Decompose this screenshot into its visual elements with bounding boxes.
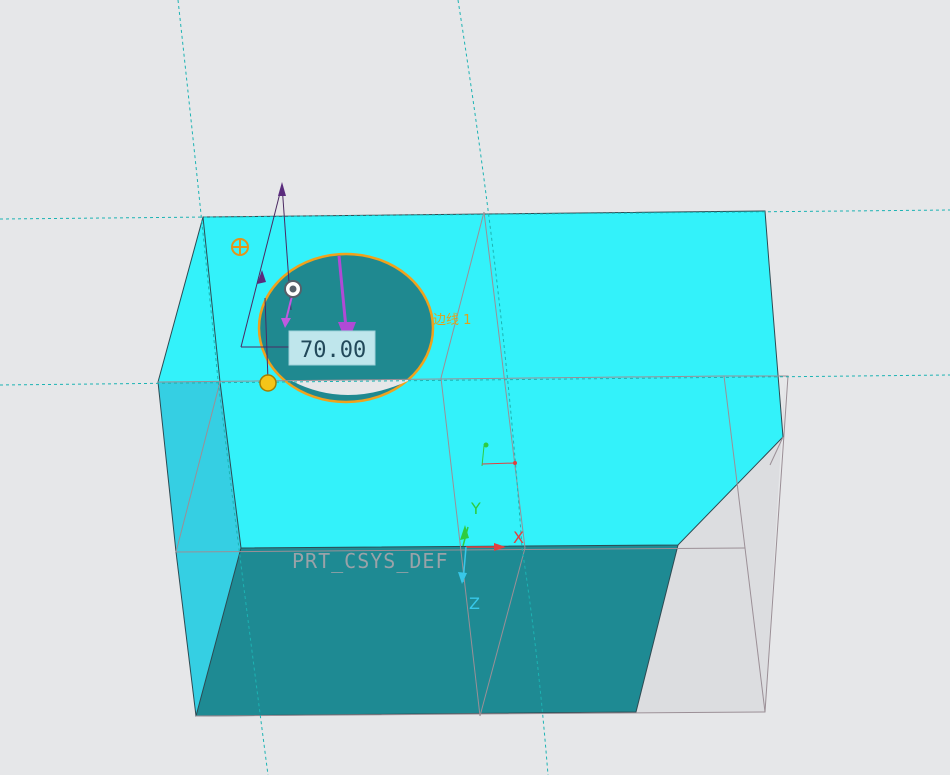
csys-x-label: X <box>513 528 524 547</box>
model-viewport[interactable]: 边线 1 70.00 Y X Z PRT_CSYS_DEF <box>0 0 950 775</box>
csys-z-label: Z <box>469 594 480 613</box>
center-handle-icon[interactable] <box>284 280 302 298</box>
placement-handle-icon[interactable] <box>259 374 277 392</box>
edge-reference-label: 边线 1 <box>433 313 471 328</box>
top-face[interactable] <box>158 211 783 548</box>
anchor-handle-icon[interactable] <box>231 238 249 256</box>
csys-y-label: Y <box>470 499 481 518</box>
reference-arrowhead-top <box>278 182 286 196</box>
model-canvas[interactable]: 边线 1 70.00 Y X Z PRT_CSYS_DEF <box>0 0 950 775</box>
diameter-dimension[interactable]: 70.00 <box>288 330 376 366</box>
csys-name-label: PRT_CSYS_DEF <box>292 549 449 573</box>
diameter-value[interactable]: 70.00 <box>300 338 366 363</box>
